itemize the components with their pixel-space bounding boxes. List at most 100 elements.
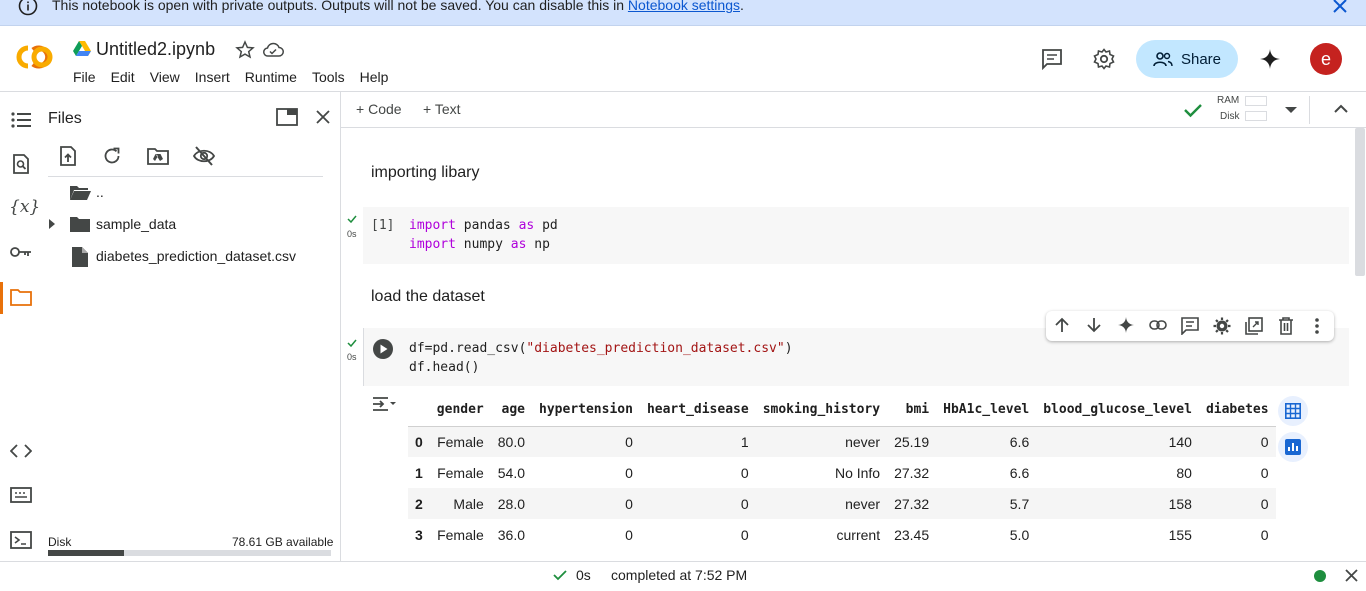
table-cell: Male — [429, 488, 491, 519]
cell2-line2[interactable]: df.head() — [409, 360, 479, 375]
gemini-sparkle-icon[interactable] — [1260, 49, 1280, 69]
output-toggle-icon[interactable] — [372, 396, 396, 412]
star-icon[interactable] — [235, 40, 255, 60]
convert-to-interactive-table-icon[interactable] — [1278, 396, 1308, 426]
info-icon — [18, 0, 38, 16]
notebook-title[interactable]: Untitled2.ipynb — [96, 39, 215, 60]
add-code-button[interactable]: + Code — [356, 101, 402, 117]
colab-logo[interactable] — [14, 44, 56, 70]
markdown-importing-library[interactable]: importing libary — [371, 164, 479, 182]
files-folder-icon[interactable] — [10, 288, 32, 306]
header-divider — [0, 91, 1366, 92]
toolbar-divider — [341, 127, 1366, 128]
tree-item-sample-data[interactable]: sample_data — [96, 216, 176, 232]
folder-icon — [70, 216, 90, 232]
move-cell-up-icon[interactable] — [1055, 317, 1069, 333]
run-cell-button[interactable] — [372, 338, 394, 360]
connected-check-icon — [1183, 102, 1203, 118]
hide-hidden-files-icon[interactable] — [193, 146, 215, 166]
menu-view[interactable]: View — [150, 69, 180, 85]
share-button[interactable]: Share — [1136, 40, 1238, 78]
markdown-load-dataset[interactable]: load the dataset — [371, 288, 485, 306]
collapse-chevron-icon[interactable] — [1334, 104, 1348, 114]
cloud-saved-icon[interactable] — [262, 40, 284, 60]
secrets-key-icon[interactable] — [10, 245, 32, 259]
settings-gear-icon[interactable] — [1093, 48, 1115, 70]
cell2-line1[interactable]: df=pd.read_csv("diabetes_prediction_data… — [409, 341, 793, 356]
table-of-contents-icon[interactable] — [11, 112, 31, 128]
menu-tools[interactable]: Tools — [312, 69, 345, 85]
comments-icon[interactable] — [1041, 48, 1063, 70]
menu-bar: File Edit View Insert Runtime Tools Help — [73, 69, 403, 85]
menu-insert[interactable]: Insert — [195, 69, 230, 85]
gemini-cell-sparkle-icon[interactable] — [1118, 317, 1134, 333]
menu-file[interactable]: File — [73, 69, 96, 85]
upload-file-icon[interactable] — [58, 146, 78, 166]
disk-meter[interactable] — [1245, 111, 1267, 121]
table-cell: 6.6 — [1009, 464, 1030, 481]
disk-available: 78.61 GB available — [232, 535, 334, 549]
active-panel-indicator — [0, 282, 3, 314]
find-replace-icon[interactable] — [11, 154, 31, 174]
menu-help[interactable]: Help — [360, 69, 389, 85]
code-cell-1[interactable] — [363, 207, 1349, 264]
disk-resource-label: Disk — [1220, 111, 1240, 122]
table-cell: No Info — [834, 464, 881, 481]
banner-message: This notebook is open with private outpu… — [52, 0, 744, 13]
file-icon — [72, 247, 88, 267]
table-row: 2 Male 28.0 0 0 never 27.32 5.7 158 0 — [408, 488, 1276, 519]
mount-drive-icon[interactable] — [147, 147, 169, 165]
table-cell: 36.0 — [497, 526, 526, 543]
tree-item-parent[interactable]: .. — [96, 184, 104, 200]
expand-arrow-icon[interactable] — [48, 219, 56, 229]
column-header: bmi — [887, 394, 937, 427]
row-index: 3 — [415, 526, 423, 543]
runtime-dropdown-icon[interactable] — [1285, 107, 1297, 113]
runtime-connected-dot — [1314, 570, 1326, 582]
tree-item-dataset-csv[interactable]: diabetes_prediction_dataset.csv — [96, 248, 296, 264]
terminal-icon[interactable] — [10, 531, 32, 549]
files-toolbar-divider — [48, 176, 323, 177]
code-snippets-icon[interactable] — [10, 443, 32, 459]
comment-cell-icon[interactable] — [1181, 317, 1199, 335]
google-drive-icon — [73, 41, 91, 57]
code-text: ) — [784, 341, 793, 356]
link-cell-icon[interactable] — [1149, 320, 1167, 330]
cell-settings-gear-icon[interactable] — [1213, 317, 1231, 335]
more-options-icon[interactable] — [1314, 317, 1320, 335]
table-cell: 1 — [639, 426, 756, 457]
ram-meter[interactable] — [1245, 96, 1267, 106]
delete-cell-icon[interactable] — [1278, 317, 1294, 335]
mirror-cell-icon[interactable] — [1245, 317, 1263, 335]
cell1-exec-count: [1] — [371, 218, 395, 233]
close-banner-icon[interactable] — [1332, 0, 1348, 14]
row-index: 1 — [415, 464, 423, 481]
column-header: gender — [429, 394, 491, 427]
account-avatar[interactable]: e — [1310, 43, 1342, 75]
people-icon — [1153, 52, 1173, 67]
menu-runtime[interactable]: Runtime — [245, 69, 297, 85]
close-panel-icon[interactable] — [315, 109, 331, 125]
refresh-icon[interactable] — [102, 146, 122, 166]
column-header: diabetes — [1198, 394, 1276, 427]
cell1-line2[interactable]: import numpy as np — [409, 237, 550, 252]
table-cell: 0 — [1198, 426, 1276, 457]
variables-icon[interactable]: {𝑥} — [9, 197, 40, 217]
code-alias: pd — [534, 218, 558, 233]
close-status-icon[interactable] — [1345, 569, 1358, 582]
column-header: blood_glucose_level — [1036, 394, 1199, 427]
cell2-exec-time: 0s — [347, 352, 357, 362]
menu-edit[interactable]: Edit — [111, 69, 135, 85]
open-in-tab-icon[interactable] — [276, 108, 298, 126]
move-cell-down-icon[interactable] — [1087, 317, 1101, 333]
add-text-button[interactable]: + Text — [423, 101, 461, 117]
suggest-charts-icon[interactable] — [1278, 432, 1308, 462]
notebook-settings-link[interactable]: Notebook settings — [628, 0, 740, 13]
status-completed-text: completed at 7:52 PM — [611, 567, 748, 583]
table-cell: 140 — [1036, 426, 1199, 457]
notebook-scrollbar[interactable] — [1355, 128, 1365, 276]
cell1-line1[interactable]: import pandas as pd — [409, 218, 558, 233]
cell1-status-check-icon — [347, 215, 357, 223]
command-palette-icon[interactable] — [10, 487, 32, 503]
table-cell: 0 — [1260, 526, 1269, 543]
